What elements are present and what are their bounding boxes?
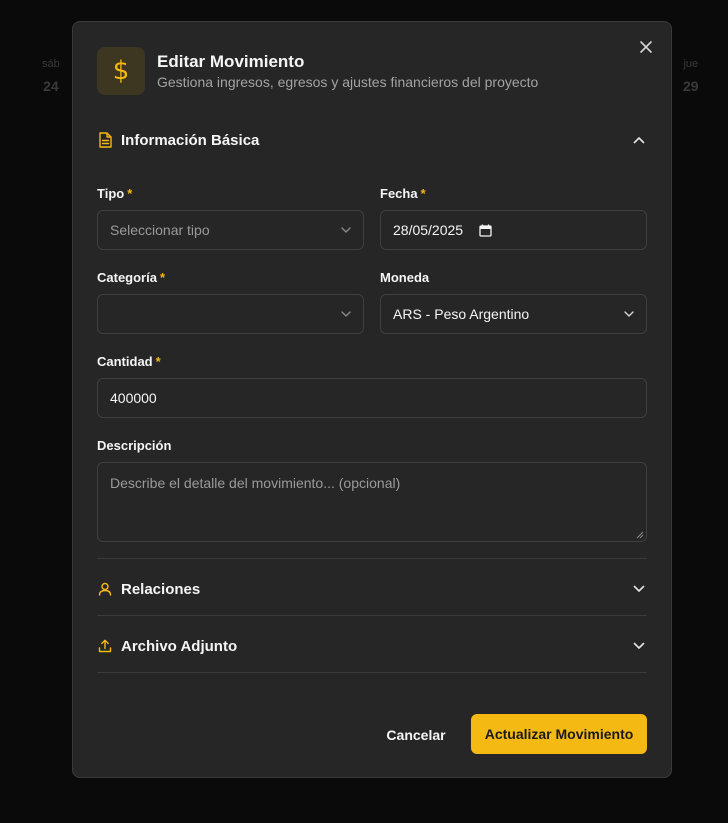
- section-attachment-label: Archivo Adjunto: [121, 637, 238, 655]
- section-basic-info-label: Información Básica: [121, 131, 260, 149]
- moneda-label-text: Moneda: [380, 270, 430, 285]
- moneda-select[interactable]: ARS - Peso Argentino: [380, 294, 647, 334]
- user-icon: [97, 581, 113, 597]
- section-divider: [97, 615, 647, 616]
- tipo-select[interactable]: Seleccionar tipo: [97, 210, 364, 250]
- dollar-glyph: $: [112, 56, 130, 86]
- descripcion-placeholder: Describe el detalle del movimiento... (o…: [110, 475, 401, 491]
- required-mark: *: [155, 354, 161, 369]
- section-divider: [97, 558, 647, 559]
- categoria-label: Categoría *: [97, 270, 165, 285]
- categoria-label-text: Categoría: [97, 270, 157, 285]
- cantidad-label-text: Cantidad: [97, 354, 153, 369]
- section-relations-header[interactable]: Relaciones: [97, 577, 647, 601]
- moneda-value: ARS - Peso Argentino: [393, 306, 530, 322]
- descripcion-textarea[interactable]: Describe el detalle del movimiento... (o…: [97, 462, 647, 542]
- tipo-placeholder: Seleccionar tipo: [110, 222, 210, 238]
- close-icon: [640, 41, 652, 53]
- required-mark: *: [420, 186, 426, 201]
- calendar-day-bg: jue 29: [683, 58, 699, 94]
- calendar-icon[interactable]: [479, 224, 492, 237]
- chevron-down-icon: [631, 638, 647, 654]
- categoria-select[interactable]: [97, 294, 364, 334]
- fecha-value: 28/05/2025: [393, 222, 464, 238]
- section-attachment-header[interactable]: Archivo Adjunto: [97, 634, 647, 658]
- chevron-down-icon: [624, 311, 634, 317]
- cantidad-value: 400000: [110, 390, 157, 406]
- upload-icon: [97, 638, 113, 654]
- calendar-day-number: 29: [683, 78, 699, 94]
- cancel-button[interactable]: Cancelar: [381, 715, 451, 755]
- moneda-label: Moneda: [380, 270, 429, 285]
- calendar-day-number: 24: [43, 78, 59, 94]
- chevron-up-icon: [631, 132, 647, 148]
- edit-movement-dialog: $ Editar Movimiento Gestiona ingresos, e…: [72, 21, 672, 778]
- required-mark: *: [159, 270, 166, 285]
- section-relations-label: Relaciones: [121, 580, 201, 598]
- tipo-label: Tipo *: [97, 186, 132, 201]
- dialog-title: Editar Movimiento: [157, 52, 305, 71]
- close-button[interactable]: [637, 38, 655, 56]
- chevron-down-icon: [631, 581, 647, 597]
- required-mark: *: [127, 186, 133, 201]
- section-divider: [97, 672, 647, 673]
- fecha-date-input[interactable]: 28/05/2025: [380, 210, 647, 250]
- cantidad-label: Cantidad *: [97, 354, 161, 369]
- chevron-down-icon: [341, 311, 351, 317]
- resize-handle-icon[interactable]: [636, 531, 644, 539]
- descripcion-label: Descripción: [97, 438, 171, 453]
- calendar-day-name: sáb: [42, 58, 60, 70]
- dialog-subtitle: Gestiona ingresos, egresos y ajustes fin…: [157, 74, 539, 90]
- cantidad-input[interactable]: 400000: [97, 378, 647, 418]
- fecha-label-text: Fecha: [380, 186, 418, 201]
- section-basic-info-header[interactable]: Información Básica: [97, 128, 647, 152]
- update-movement-button[interactable]: Actualizar Movimiento: [471, 714, 647, 754]
- dialog-header: $ Editar Movimiento Gestiona ingresos, e…: [97, 47, 538, 95]
- fecha-label: Fecha *: [380, 186, 426, 201]
- document-icon: [97, 132, 113, 148]
- calendar-day-name: jue: [683, 58, 699, 70]
- descripcion-label-text: Descripción: [97, 438, 172, 453]
- tipo-label-text: Tipo: [97, 186, 125, 201]
- chevron-down-icon: [341, 227, 351, 233]
- dollar-icon: $: [97, 47, 145, 95]
- calendar-day-bg: sáb 24: [42, 58, 60, 94]
